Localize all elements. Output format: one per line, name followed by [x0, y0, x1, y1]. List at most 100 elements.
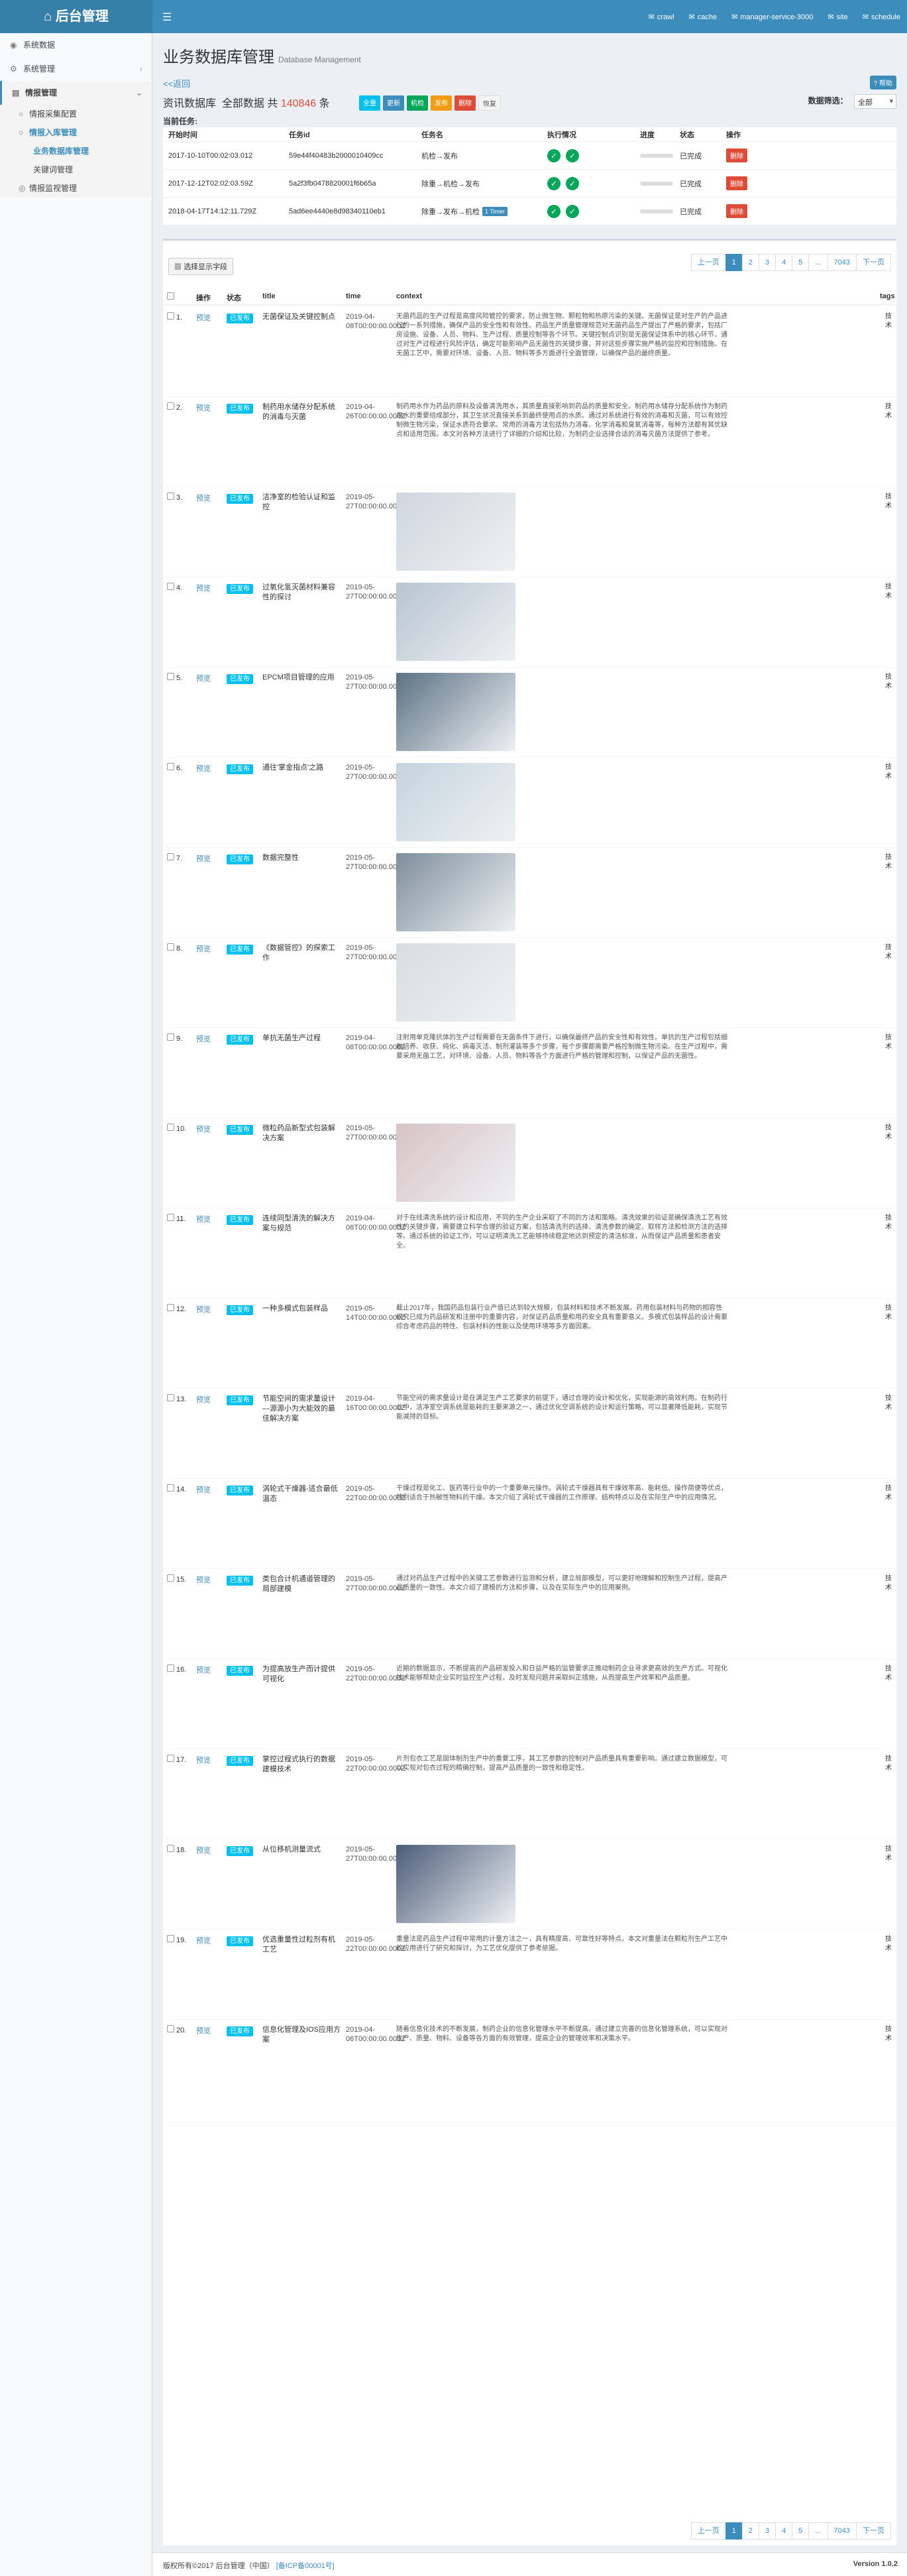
toolbar-button[interactable]: 删除: [454, 95, 476, 111]
sidebar-item-intel[interactable]: ▤ 情报管理 ⌄: [0, 81, 152, 105]
pager-page[interactable]: 7043: [827, 2522, 857, 2540]
row-checkbox[interactable]: [167, 1214, 174, 1221]
status-badge[interactable]: 已发布: [227, 1125, 253, 1135]
row-checkbox[interactable]: [167, 1484, 174, 1492]
delete-task-button[interactable]: 删除: [726, 148, 747, 162]
row-checkbox[interactable]: [167, 1033, 174, 1041]
delete-task-button[interactable]: 删除: [726, 176, 747, 190]
row-checkbox[interactable]: [167, 1124, 174, 1131]
sidebar-item-system-admin[interactable]: ⚙ 系统管理 ‹: [0, 57, 152, 81]
help-button[interactable]: ? 帮助: [869, 76, 896, 89]
row-checkbox[interactable]: [167, 1755, 174, 1762]
status-badge[interactable]: 已发布: [227, 1486, 253, 1495]
preview-link[interactable]: 预览: [196, 673, 211, 683]
status-badge[interactable]: 已发布: [227, 1395, 253, 1405]
pager-next[interactable]: 下一页: [856, 2522, 891, 2540]
status-badge[interactable]: 已发布: [227, 1215, 253, 1225]
preview-link[interactable]: 预览: [196, 1033, 211, 1044]
preview-link[interactable]: 预览: [196, 1574, 211, 1585]
preview-link[interactable]: 预览: [196, 1214, 211, 1224]
pager-page[interactable]: 5: [792, 254, 810, 271]
pager-page[interactable]: 4: [775, 2522, 793, 2540]
pager-page[interactable]: 5: [792, 2522, 810, 2540]
row-checkbox[interactable]: [167, 1304, 174, 1311]
sidebar-toggle-icon[interactable]: ☰: [162, 11, 172, 24]
preview-link[interactable]: 预览: [196, 312, 211, 323]
sidebar-item-collect-config[interactable]: ○ 情报采集配置: [0, 105, 152, 123]
db-filter-select[interactable]: 全部: [854, 94, 896, 109]
preview-link[interactable]: 预览: [196, 2025, 211, 2036]
status-badge[interactable]: 已发布: [227, 764, 253, 774]
pager-page[interactable]: 3: [758, 2522, 776, 2540]
row-checkbox[interactable]: [167, 673, 174, 680]
preview-link[interactable]: 预览: [196, 1935, 211, 1946]
pager-page[interactable]: 1: [725, 254, 743, 271]
pager-page[interactable]: 7043: [827, 254, 857, 271]
icp-link[interactable]: [备ICP备00001号]: [276, 2562, 335, 2570]
row-checkbox[interactable]: [167, 2025, 174, 2032]
pager-page[interactable]: 3: [758, 254, 776, 271]
pager-page[interactable]: 2: [741, 2522, 759, 2540]
status-badge[interactable]: 已发布: [227, 1576, 253, 1586]
preview-link[interactable]: 预览: [196, 583, 211, 593]
pager-prev[interactable]: 上一页: [690, 254, 726, 271]
row-checkbox[interactable]: [167, 1394, 174, 1401]
sidebar-item-business-db[interactable]: 业务数据库管理: [0, 142, 152, 160]
preview-link[interactable]: 预览: [196, 1484, 211, 1495]
preview-link[interactable]: 预览: [196, 1304, 211, 1315]
sidebar-item-monitor[interactable]: ◎ 情报监视管理: [0, 179, 152, 198]
topnav-manager-service[interactable]: ✉ manager-service-3000: [731, 13, 813, 21]
back-link[interactable]: <<返回: [163, 77, 190, 89]
choose-columns-button[interactable]: ▦ 选择显示字段: [168, 258, 234, 275]
status-badge[interactable]: 已发布: [227, 584, 253, 594]
row-checkbox[interactable]: [167, 583, 174, 590]
row-checkbox[interactable]: [167, 1574, 174, 1582]
toolbar-button[interactable]: 全量: [359, 95, 380, 111]
status-badge[interactable]: 已发布: [227, 1846, 253, 1856]
topnav-schedule[interactable]: ✉ schedule: [863, 13, 900, 21]
pager-page[interactable]: 4: [775, 254, 793, 271]
sidebar-item-system-data[interactable]: ◉ 系统数据: [0, 33, 152, 57]
delete-task-button[interactable]: 删除: [726, 204, 747, 218]
status-badge[interactable]: 已发布: [227, 1756, 253, 1766]
pager-page[interactable]: 1: [725, 2522, 743, 2540]
row-checkbox[interactable]: [167, 943, 174, 951]
pager-prev[interactable]: 上一页: [690, 2522, 726, 2540]
status-badge[interactable]: 已发布: [227, 494, 253, 504]
sidebar-item-keywords[interactable]: 关键词管理: [0, 160, 152, 179]
select-all-checkbox[interactable]: [167, 292, 174, 302]
toolbar-button[interactable]: 发布: [431, 95, 452, 111]
preview-link[interactable]: 预览: [196, 763, 211, 774]
pager-page[interactable]: ...: [808, 2522, 828, 2540]
status-badge[interactable]: 已发布: [227, 1936, 253, 1946]
pager-page[interactable]: ...: [808, 254, 828, 271]
row-checkbox[interactable]: [167, 493, 174, 500]
topnav-site[interactable]: ✉ site: [827, 13, 847, 21]
status-badge[interactable]: 已发布: [227, 2026, 253, 2036]
row-checkbox[interactable]: [167, 1845, 174, 1852]
toolbar-button[interactable]: 机检: [407, 95, 428, 111]
preview-link[interactable]: 预览: [196, 1665, 211, 1675]
checkbox[interactable]: [167, 292, 174, 300]
status-badge[interactable]: 已发布: [227, 1305, 253, 1315]
row-checkbox[interactable]: [167, 402, 174, 410]
row-checkbox[interactable]: [167, 853, 174, 860]
preview-link[interactable]: 预览: [196, 943, 211, 954]
topnav-crawl[interactable]: ✉ crawl: [649, 13, 674, 21]
status-badge[interactable]: 已发布: [227, 674, 253, 684]
status-badge[interactable]: 已发布: [227, 854, 253, 864]
preview-link[interactable]: 预览: [196, 402, 211, 413]
preview-link[interactable]: 预览: [196, 493, 211, 503]
status-badge[interactable]: 已发布: [227, 1035, 253, 1045]
preview-link[interactable]: 预览: [196, 1845, 211, 1855]
row-checkbox[interactable]: [167, 312, 174, 320]
status-badge[interactable]: 已发布: [227, 404, 253, 414]
topnav-cache[interactable]: ✉ cache: [689, 13, 718, 21]
row-checkbox[interactable]: [167, 1665, 174, 1672]
pager-next[interactable]: 下一页: [856, 254, 891, 271]
preview-link[interactable]: 预览: [196, 1755, 211, 1765]
status-badge[interactable]: 已发布: [227, 1666, 253, 1676]
toolbar-button[interactable]: 更新: [383, 95, 404, 111]
pager-page[interactable]: 2: [741, 254, 759, 271]
preview-link[interactable]: 预览: [196, 1394, 211, 1405]
